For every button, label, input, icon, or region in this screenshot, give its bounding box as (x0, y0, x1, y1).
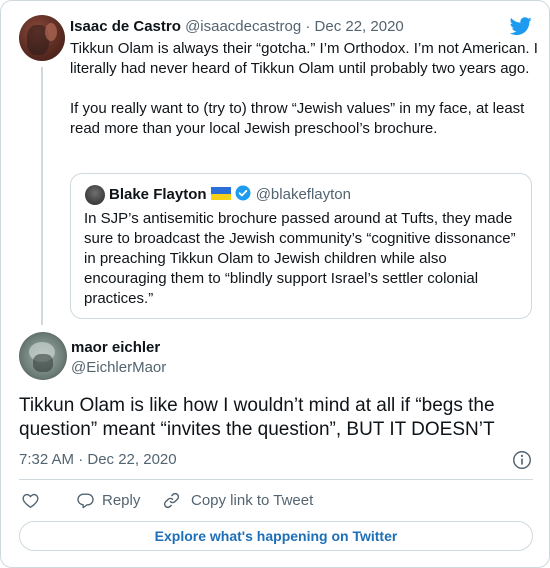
copy-link-label: Copy link to Tweet (191, 491, 314, 509)
heart-icon (22, 493, 39, 508)
reply-bubble-icon (77, 492, 94, 508)
quoted-tweet[interactable]: Blake Flayton @blakeflayton In SJP’s ant… (70, 173, 532, 319)
twitter-bird-icon[interactable] (509, 15, 533, 37)
like-button[interactable] (21, 488, 40, 512)
quoted-author-name: Blake Flayton (109, 186, 207, 203)
author-name[interactable]: Isaac de Castro (70, 18, 181, 35)
tweet-timestamp[interactable]: 7:32 AM · Dec 22, 2020 (19, 450, 177, 470)
main-tweet-text: Tikkun Olam is like how I wouldn’t mind … (19, 395, 495, 440)
explore-twitter-button[interactable]: Explore what's happening on Twitter (19, 521, 533, 551)
author-handle[interactable]: @isaacdecastrog (185, 18, 301, 35)
tweet-paragraph: If you really want to (try to) throw “Je… (70, 100, 525, 137)
tweet-date[interactable]: Dec 22, 2020 (315, 18, 404, 35)
author-name[interactable]: maor eichler (71, 338, 160, 358)
copy-link-button[interactable]: Copy link to Tweet (162, 488, 313, 512)
info-icon[interactable] (511, 449, 533, 471)
reply-label: Reply (102, 491, 141, 509)
quoted-author-handle: @blakeflayton (255, 186, 351, 203)
parent-tweet-header: Isaac de Castro @isaacdecastrog · Dec 22… (70, 17, 404, 37)
avatar[interactable] (19, 332, 67, 380)
quoted-tweet-text: In SJP’s antisemitic brochure passed aro… (84, 210, 516, 307)
divider (19, 479, 533, 480)
author-handle[interactable]: @EichlerMaor (71, 358, 166, 378)
avatar-highlight (45, 23, 57, 41)
verified-badge-icon (235, 185, 251, 201)
link-icon (163, 492, 180, 508)
quoted-tweet-header: Blake Flayton @blakeflayton (109, 184, 351, 205)
avatar (85, 185, 105, 205)
parent-tweet-text: Tikkun Olam is always their “gotcha.” I’… (70, 39, 540, 139)
tweet-embed-card: Isaac de Castro @isaacdecastrog · Dec 22… (0, 0, 550, 568)
ukraine-flag-icon (210, 187, 231, 200)
avatar[interactable] (19, 15, 65, 61)
thread-connector-line (41, 67, 43, 325)
reply-button[interactable]: Reply (76, 488, 140, 512)
tweet-paragraph: Tikkun Olam is always their “gotcha.” I’… (70, 40, 538, 77)
avatar-shade (33, 354, 53, 372)
separator-dot: · (305, 18, 311, 35)
